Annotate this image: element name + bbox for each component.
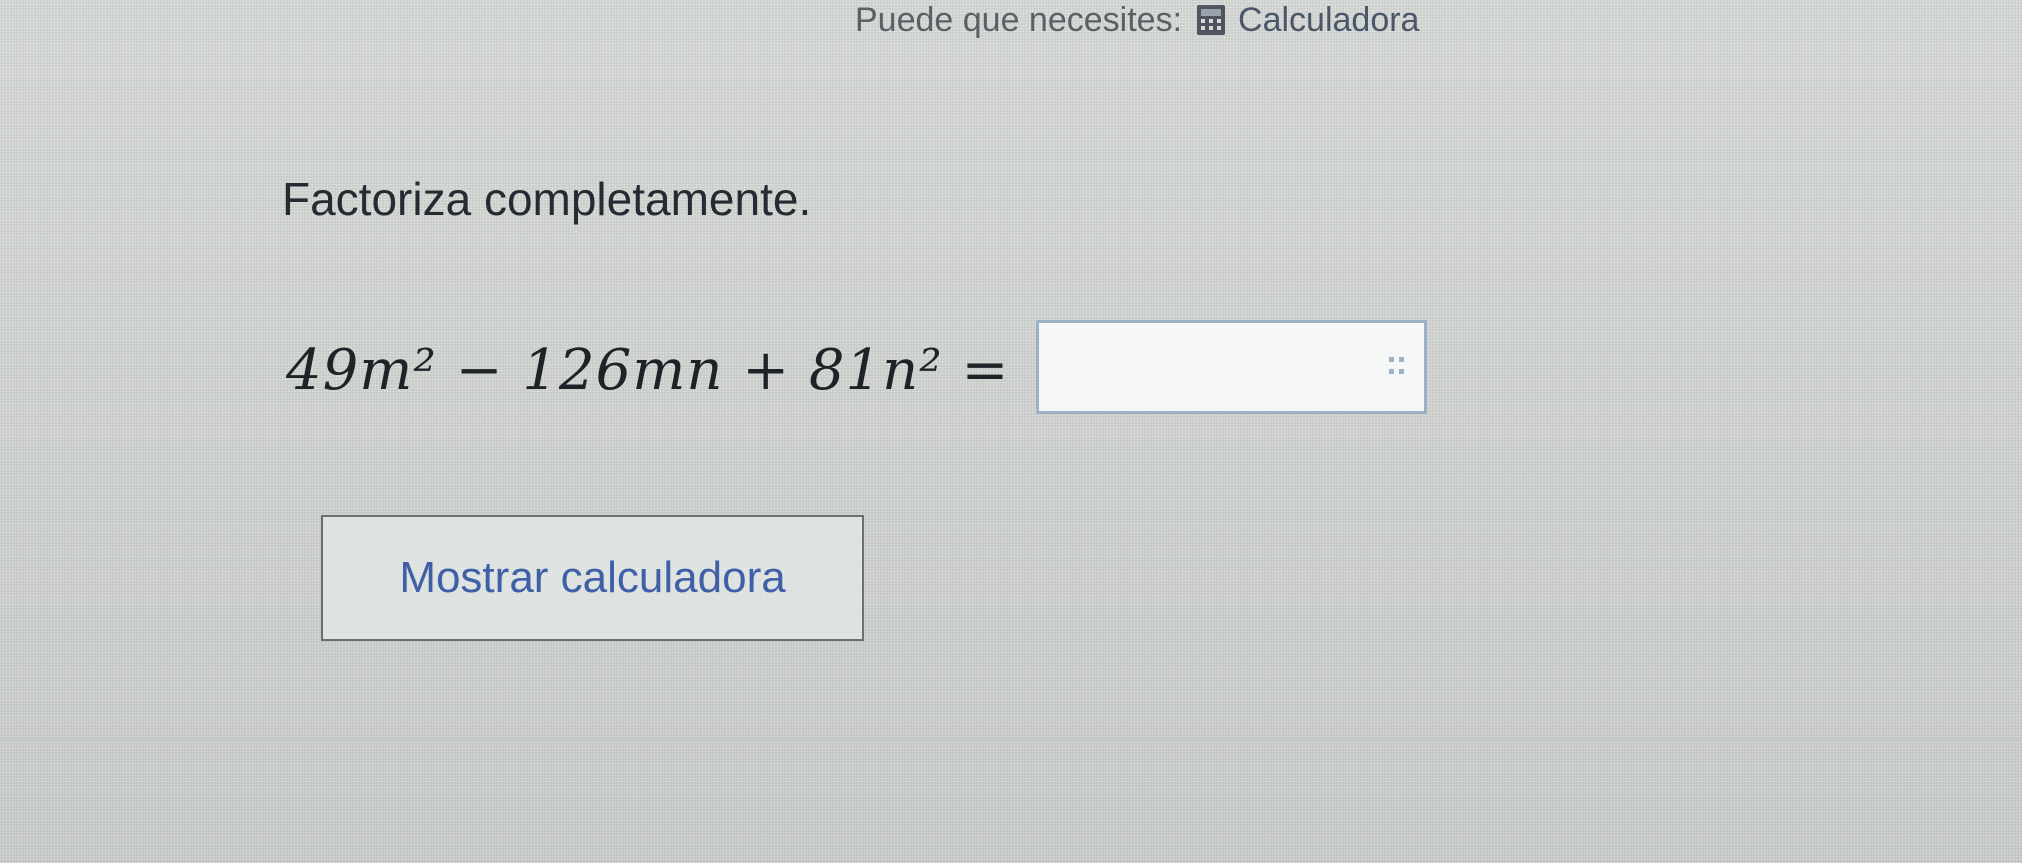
calculator-hint: Puede que necesites: Calculadora (855, 0, 1419, 40)
equation-row: 49m² − 126mn + 81n² = (286, 322, 1009, 418)
divider (0, 738, 2022, 742)
show-calculator-button[interactable]: Mostrar calculadora (321, 515, 864, 641)
calculator-hint-prefix: Puede que necesites: (855, 0, 1183, 39)
calculator-icon (1194, 3, 1228, 37)
show-calculator-label: Mostrar calculadora (399, 553, 786, 602)
math-expression: 49m² − 126mn + 81n² = (286, 337, 1010, 403)
drag-grip-icon[interactable] (1388, 355, 1406, 379)
calculator-link-label: Calculadora (1238, 0, 1420, 39)
problem-instruction: Factoriza completamente. (282, 173, 812, 225)
calculator-link[interactable]: Calculadora (1194, 1, 1419, 40)
answer-input[interactable] (1039, 323, 1424, 411)
page-background (0, 0, 2022, 863)
answer-box[interactable] (1036, 320, 1427, 414)
